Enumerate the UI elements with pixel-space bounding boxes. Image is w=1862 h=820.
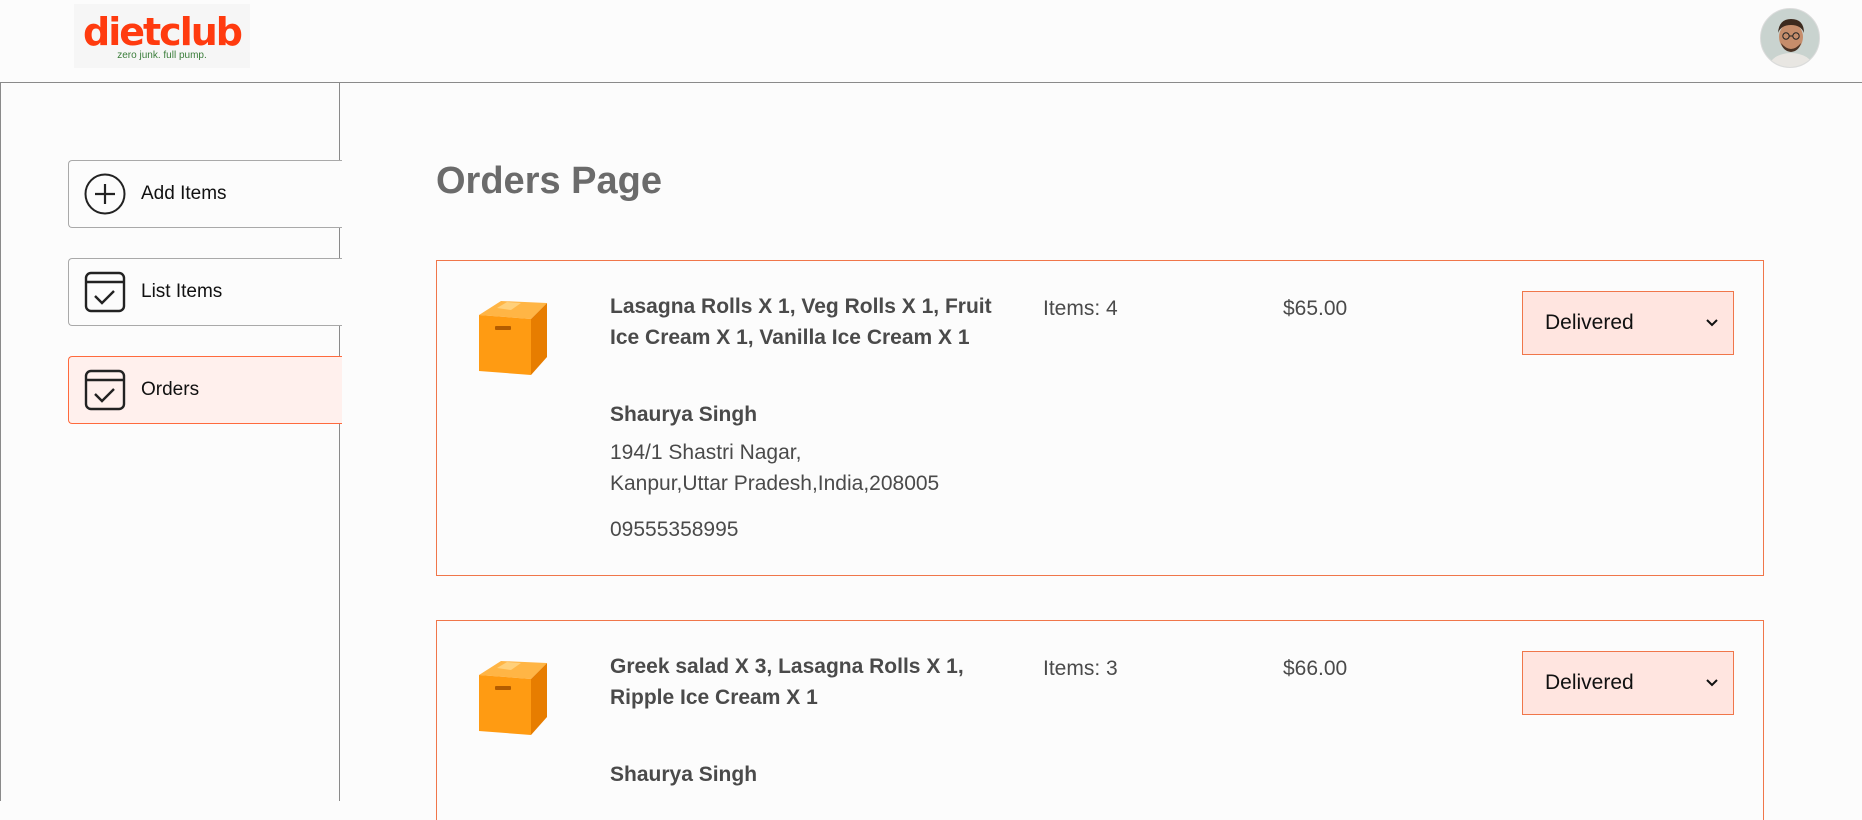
order-amount: $66.00 — [1283, 657, 1348, 680]
sidebar: Add Items List Items Orders — [0, 83, 342, 801]
address-line-2: Kanpur,Uttar Pradesh,India,208005 — [610, 472, 940, 495]
page-title: Orders Page — [436, 160, 662, 202]
customer-name: Shaurya Singh — [610, 403, 758, 426]
order-amount: $65.00 — [1283, 297, 1348, 320]
top-navbar: dietclub zero junk. full pump. — [0, 0, 1862, 83]
dietclub-logo[interactable]: dietclub zero junk. full pump. — [74, 4, 250, 68]
order-items: Lasagna Rolls X 1, Veg Rolls X 1, Fruit … — [610, 295, 992, 349]
profile-avatar[interactable] — [1760, 8, 1820, 68]
sidebar-item-add-items[interactable]: Add Items — [68, 160, 342, 228]
order-status-value: Delivered — [1545, 671, 1634, 694]
profile-avatar-icon — [1761, 9, 1819, 67]
order-item-count: Items: 3 — [1043, 657, 1118, 680]
calendar-check-icon — [84, 369, 126, 411]
chevron-down-icon — [1706, 679, 1718, 687]
order-item-count: Items: 4 — [1043, 297, 1118, 320]
customer-name: Shaurya Singh — [610, 763, 758, 786]
logo-text: dietclub — [83, 10, 243, 54]
calendar-check-icon — [84, 271, 126, 313]
sidebar-item-list-items[interactable]: List Items — [68, 258, 342, 326]
chevron-down-icon — [1706, 319, 1718, 327]
sidebar-item-orders[interactable]: Orders — [68, 356, 342, 424]
address-line-1: 194/1 Shastri Nagar, — [610, 441, 802, 464]
order-card: Greek salad X 3, Lasagna Rolls X 1, Ripp… — [436, 620, 1764, 820]
order-status-select[interactable]: Delivered — [1522, 651, 1734, 715]
parcel-icon — [479, 661, 547, 735]
order-status-select[interactable]: Delivered — [1522, 291, 1734, 355]
sidebar-item-label: Add Items — [141, 183, 227, 204]
customer-phone: 09555358995 — [610, 518, 739, 541]
order-card: Lasagna Rolls X 1, Veg Rolls X 1, Fruit … — [436, 260, 1764, 576]
parcel-icon — [479, 301, 547, 375]
order-items: Greek salad X 3, Lasagna Rolls X 1, Ripp… — [610, 655, 964, 709]
sidebar-item-label: List Items — [141, 281, 223, 302]
order-status-value: Delivered — [1545, 311, 1634, 334]
sidebar-item-label: Orders — [141, 379, 200, 400]
add-circle-icon — [84, 173, 126, 215]
